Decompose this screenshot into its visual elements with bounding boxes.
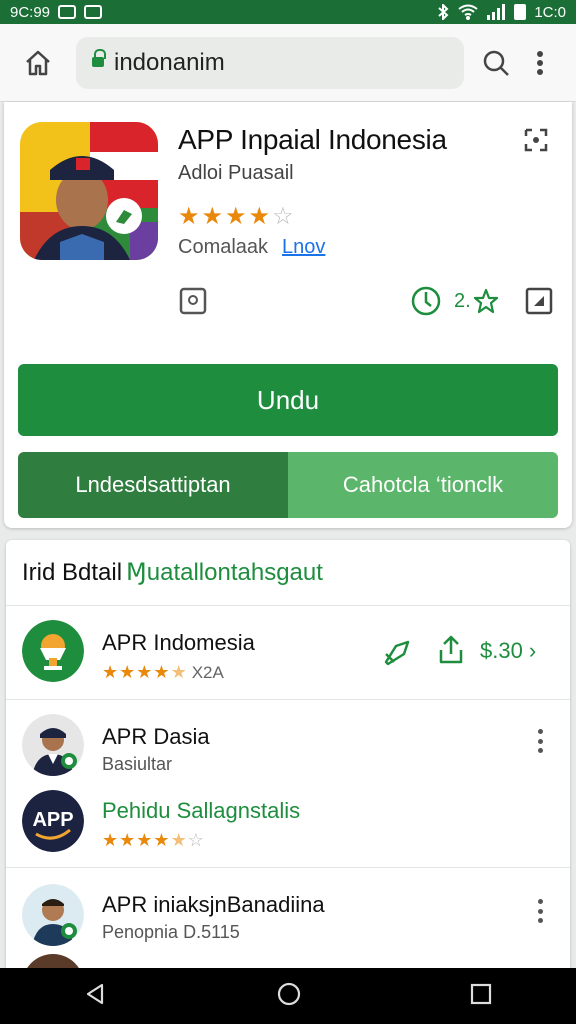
- secondary-right-button[interactable]: Cahotcla ‘tionclk: [288, 452, 558, 518]
- bookmark-icon: [525, 287, 553, 315]
- wifi-icon: [458, 4, 478, 20]
- wishlist-button[interactable]: [524, 286, 554, 321]
- status-bar: 9C:99 1C:0: [0, 0, 576, 24]
- app-avatar: [22, 884, 84, 946]
- clock-icon: [411, 286, 441, 316]
- star-half-icon: ★: [170, 830, 187, 850]
- list-item-stars: ★ ★ ★ ★ ★ ☆: [102, 830, 204, 851]
- install-shortcut-button[interactable]: [382, 636, 414, 673]
- dot: [537, 908, 543, 914]
- app-meta-link[interactable]: Lnov: [282, 236, 325, 259]
- share-icon: [524, 128, 548, 152]
- svg-text:APP: APP: [32, 809, 73, 831]
- back-button[interactable]: [84, 982, 108, 1011]
- app-avatar: APP: [22, 790, 84, 852]
- star-icon: ★: [201, 203, 224, 230]
- star-icon: ★: [248, 203, 271, 230]
- more-options-button[interactable]: [530, 896, 550, 926]
- star-icon: ★: [178, 203, 200, 230]
- battery-icon: [514, 4, 527, 20]
- timer-button[interactable]: [410, 284, 442, 323]
- message-icon: [84, 5, 103, 19]
- list-item-price[interactable]: $.30 ›: [480, 638, 536, 664]
- home-button[interactable]: [12, 37, 64, 89]
- dot: [537, 918, 543, 923]
- status-time-left: 9C:99: [10, 3, 51, 21]
- app-detail-card: APP Inpaial Indonesia Adloi Puasail ★ ★ …: [4, 102, 572, 528]
- app-avatar: [22, 620, 84, 682]
- secondary-left-button[interactable]: Lndesdsattiptan: [18, 452, 288, 518]
- install-button[interactable]: Undu: [18, 364, 558, 436]
- list-item-title: APR iniaksjnBanadiina: [102, 892, 325, 917]
- back-icon: [86, 983, 104, 1004]
- star-icon: ★: [102, 662, 119, 682]
- url-text: indonanim: [114, 48, 225, 76]
- dot: [537, 748, 543, 753]
- upload-icon: [439, 635, 463, 664]
- star-icon: ★: [225, 203, 247, 230]
- app-avatar: [22, 714, 84, 776]
- heading-green[interactable]: Ɱuatallontahsgaut: [126, 558, 323, 587]
- browser-menu-button[interactable]: [518, 37, 562, 89]
- rated-icon: [179, 287, 207, 315]
- bluetooth-icon: [438, 4, 449, 20]
- star-icon: ★: [153, 830, 170, 850]
- search-icon: [483, 50, 509, 76]
- square-recents-icon: [470, 983, 492, 1004]
- share-button[interactable]: [522, 126, 554, 158]
- circle-home-icon: [277, 982, 301, 1005]
- star-icon: ★: [153, 662, 170, 682]
- rating-summary[interactable]: 2.: [454, 288, 499, 314]
- star-icon: ★: [136, 662, 153, 682]
- list-item-title[interactable]: APR Dasia: [102, 724, 210, 750]
- browser-toolbar: indonanim: [0, 24, 576, 102]
- list-item[interactable]: APR iniaksjnBanadiina Penopnia D.5115: [6, 868, 570, 970]
- app-meta: Comalaak Lnov: [178, 236, 325, 259]
- tag-icon: [384, 640, 410, 666]
- status-time-right: 1C:0: [534, 3, 566, 21]
- app-title: APP Inpaial Indonesia: [178, 124, 447, 155]
- app-icon: [20, 122, 158, 260]
- list-item-subtitle: Basiultar: [102, 754, 173, 774]
- dot: [537, 729, 543, 734]
- related-apps-heading: Irid Bdtail Ɱuatallontahsgaut: [6, 540, 570, 606]
- star-outline-icon: ☆: [272, 203, 294, 230]
- star-outline-icon: ☆: [187, 830, 204, 850]
- rating-value: 2.: [454, 289, 471, 312]
- recents-button[interactable]: [470, 983, 492, 1010]
- list-item-title: APR Indomesia: [102, 630, 255, 655]
- signal-icon: [487, 4, 506, 20]
- list-item-stars: ★ ★ ★ ★ ★ X2A: [102, 662, 224, 683]
- notification-icon: [58, 5, 77, 19]
- content-rating-button[interactable]: [178, 286, 208, 321]
- system-nav-bar: [0, 968, 576, 1024]
- star-icon: ★: [136, 830, 153, 850]
- star-icon: ★: [119, 662, 136, 682]
- share-item-button[interactable]: [436, 634, 466, 671]
- dot: [537, 899, 543, 904]
- related-apps-card: Irid Bdtail Ɱuatallontahsgaut APR Indome…: [6, 540, 570, 970]
- star-outline-icon: [473, 288, 498, 314]
- url-bar[interactable]: indonanim: [76, 36, 464, 89]
- dot: [537, 738, 543, 744]
- list-item-subtitle: Penopnia D.5115: [102, 922, 240, 942]
- lock-icon: [92, 48, 106, 71]
- list-group: APR Dasia Basiultar APP Pehidu Sallagnst…: [6, 700, 570, 868]
- star-half-icon: ★: [170, 662, 187, 682]
- more-vert-icon: [537, 50, 543, 75]
- search-button[interactable]: [474, 37, 518, 89]
- list-item[interactable]: APR Indomesia ★ ★ ★ ★ ★ X2A $.30 ›: [6, 606, 570, 700]
- list-item-count: X2A: [191, 662, 224, 682]
- list-item-title[interactable]: Pehidu Sallagnstalis: [102, 798, 300, 824]
- more-options-button[interactable]: [530, 726, 550, 756]
- app-developer[interactable]: Adloi Puasail: [178, 162, 294, 185]
- home-icon: [26, 50, 50, 75]
- star-icon: ★: [102, 830, 119, 850]
- app-rating-stars: ★ ★ ★ ★ ☆: [178, 202, 294, 231]
- home-nav-button[interactable]: [276, 981, 302, 1012]
- star-icon: ★: [119, 830, 136, 850]
- app-meta-text: Comalaak: [178, 236, 269, 258]
- heading-dark: Irid Bdtail: [22, 558, 123, 586]
- app-action-row: 2.: [178, 284, 558, 320]
